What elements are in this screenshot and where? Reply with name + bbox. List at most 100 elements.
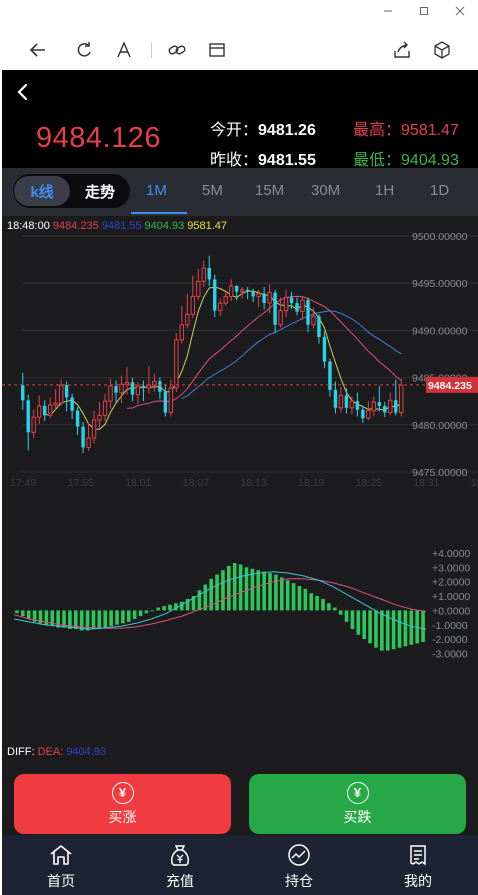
- maximize-icon[interactable]: [406, 0, 442, 22]
- cube-icon[interactable]: [430, 38, 454, 62]
- macd-bar: [268, 573, 272, 611]
- refresh-icon[interactable]: [72, 38, 96, 62]
- link-icon[interactable]: [165, 38, 189, 62]
- macd-bar: [244, 567, 249, 611]
- macd-bar: [238, 564, 243, 611]
- nav-recharge[interactable]: 充值: [150, 843, 210, 891]
- macd-y-tick-label: -3.0000: [432, 648, 468, 660]
- timeframe-5m[interactable]: 5M: [202, 182, 223, 199]
- macd-bar: [309, 593, 314, 611]
- macd-bar: [15, 610, 19, 614]
- macd-bar: [362, 610, 367, 640]
- candle-body: [36, 405, 42, 418]
- back-icon[interactable]: [12, 80, 34, 104]
- macd-bar: [421, 610, 425, 642]
- money-bag-icon: [170, 845, 190, 866]
- macd-bar: [91, 610, 96, 630]
- macd-bar: [144, 610, 149, 614]
- window-icon[interactable]: [205, 38, 229, 62]
- active-tab-underline: [131, 212, 187, 214]
- candle-body: [267, 292, 272, 304]
- candle-body: [322, 337, 327, 362]
- timeframe-1m[interactable]: 1M: [146, 182, 167, 199]
- timeframe-1h[interactable]: 1H: [375, 182, 394, 199]
- current-price-tag-label: 9484.235: [428, 380, 472, 392]
- candle-body: [361, 409, 365, 419]
- candle-body: [273, 292, 277, 325]
- macd-bar: [156, 607, 161, 611]
- dea-value: 9404.93: [66, 746, 107, 758]
- macd-chart[interactable]: +4.0000 +3.0000 +2.0000 +1.0000 +0.0000 -1.00…: [2, 545, 478, 665]
- candle-body: [124, 381, 130, 385]
- candle-body: [344, 395, 349, 408]
- close-window-icon[interactable]: [442, 0, 478, 22]
- buy-up-button[interactable]: ¥ 买涨: [14, 774, 231, 834]
- yuan-down-icon: ¥: [346, 781, 369, 804]
- nav-mine[interactable]: 我的: [388, 843, 448, 891]
- candle-body: [70, 397, 74, 411]
- nav-home-label: 首页: [47, 873, 75, 889]
- ma5-line: [44, 286, 402, 431]
- macd-bar: [344, 610, 349, 622]
- trading-app: 9484.126 今开：9481.26 最高：9581.47 昨收：9481.5…: [2, 70, 478, 895]
- candle-body: [81, 426, 85, 448]
- macd-bar: [227, 565, 231, 611]
- tab-trend[interactable]: 走势: [73, 176, 127, 206]
- timeframe-15m[interactable]: 15M: [255, 182, 284, 199]
- minimize-icon[interactable]: [370, 0, 406, 22]
- y-tick-label: 9500.00000: [412, 231, 468, 243]
- home-icon: [50, 845, 72, 865]
- tab-kline[interactable]: k线: [14, 176, 70, 206]
- candle-body: [338, 395, 344, 409]
- macd-bar: [380, 610, 384, 651]
- macd-bar: [162, 606, 166, 611]
- buy-down-button[interactable]: ¥ 买跌: [249, 774, 466, 834]
- macd-bar: [132, 610, 137, 620]
- browser-back-icon[interactable]: [26, 38, 50, 62]
- candle-body: [58, 384, 64, 404]
- macd-bar: [121, 610, 125, 624]
- nav-positions-label: 持仓: [285, 873, 313, 889]
- macd-bar: [150, 610, 155, 612]
- macd-bar: [356, 610, 361, 635]
- x-tick-label: 18:31: [413, 477, 439, 489]
- candle-body: [53, 402, 58, 406]
- share-icon[interactable]: [390, 38, 414, 62]
- macd-bar: [297, 586, 302, 611]
- candle-body: [394, 400, 398, 413]
- y-tick-label: 9490.00000: [412, 325, 468, 337]
- candle-body: [114, 386, 118, 393]
- candle-body: [213, 279, 217, 311]
- prev-close-label: 昨收：: [210, 152, 259, 169]
- macd-bar: [103, 610, 108, 628]
- candle-body: [256, 293, 261, 297]
- candle-body: [102, 400, 108, 416]
- price-header: 9484.126 今开：9481.26 最高：9581.47 昨收：9481.5…: [2, 70, 478, 169]
- font-size-icon[interactable]: [112, 38, 136, 62]
- candle-body: [234, 286, 239, 292]
- macd-bar: [232, 563, 237, 611]
- candle-body: [377, 402, 382, 406]
- window-controls: [370, 0, 478, 22]
- candle-body: [399, 384, 404, 414]
- nav-positions[interactable]: 持仓: [269, 843, 329, 891]
- candle-body: [366, 410, 371, 419]
- candle-body: [196, 280, 201, 297]
- candle-body: [97, 414, 102, 421]
- nav-home[interactable]: 首页: [31, 843, 91, 891]
- buy-down-label: 买跌: [343, 808, 372, 825]
- candle-body: [174, 339, 179, 389]
- kline-chart[interactable]: 9500.000009495.000009490.000009485.00000…: [2, 230, 478, 492]
- candle-body: [64, 385, 69, 398]
- candle-body: [108, 385, 113, 402]
- macd-bar: [350, 610, 355, 630]
- candle-body: [86, 437, 91, 448]
- x-tick-label: 18:13: [240, 477, 266, 489]
- timeframe-1d[interactable]: 1D: [430, 182, 449, 199]
- candle-body: [130, 382, 135, 395]
- macd-y-tick-label: +0.0000: [432, 605, 470, 617]
- macd-y-tick-label: -1.0000: [432, 620, 468, 632]
- candle-body: [262, 293, 266, 304]
- candle-body: [201, 267, 206, 282]
- timeframe-30m[interactable]: 30M: [311, 182, 340, 199]
